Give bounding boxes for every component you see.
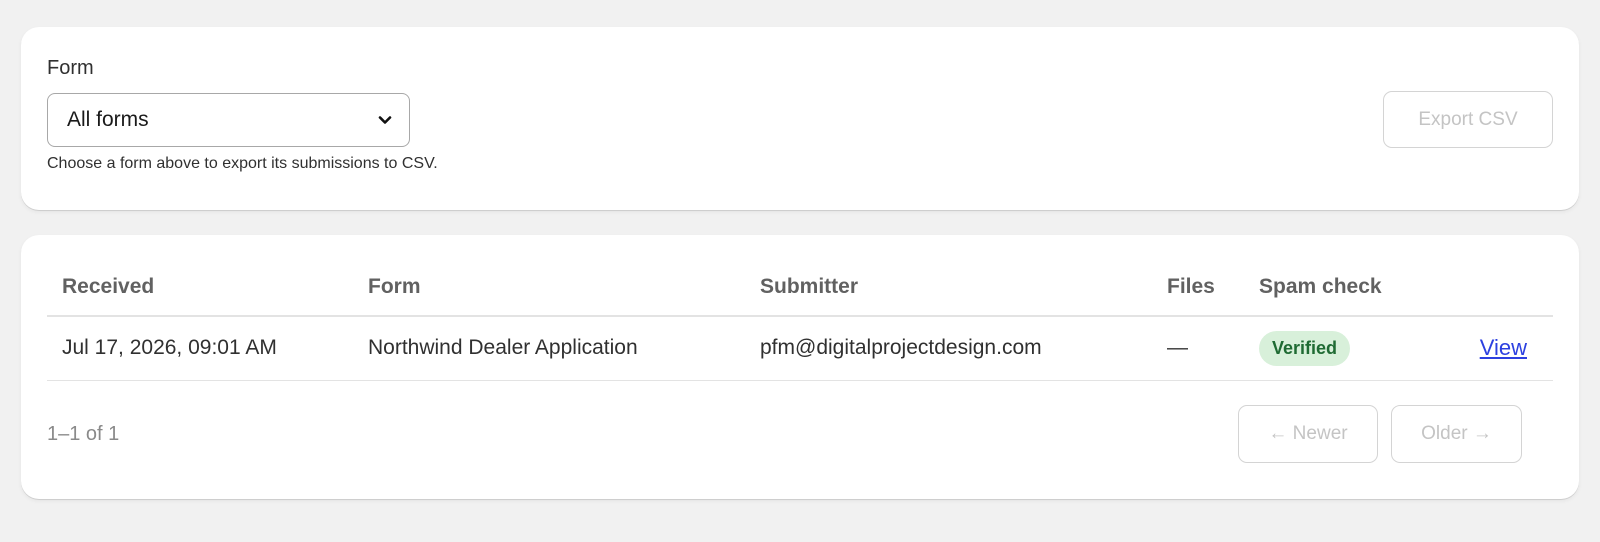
cell-action: View — [1419, 316, 1553, 381]
cell-spam-check: Verified — [1244, 316, 1419, 381]
export-csv-button[interactable]: Export CSV — [1383, 91, 1553, 148]
chevron-down-icon — [377, 112, 393, 128]
column-header-spam-check: Spam check — [1244, 259, 1419, 317]
spam-status-badge: Verified — [1259, 330, 1351, 366]
newer-page-button[interactable]: ← Newer — [1238, 405, 1378, 463]
column-header-submitter: Submitter — [745, 259, 1152, 317]
view-submission-link[interactable]: View — [1480, 335, 1527, 360]
column-header-received: Received — [47, 259, 353, 317]
cell-files: — — [1152, 316, 1244, 381]
form-filter-card: Form All forms Choose a form above to ex… — [21, 27, 1579, 210]
pagination-range: 1–1 of 1 — [47, 423, 120, 445]
column-header-action — [1419, 259, 1553, 317]
cell-received: Jul 17, 2026, 09:01 AM — [47, 316, 353, 381]
column-header-files: Files — [1152, 259, 1244, 317]
table-row: Jul 17, 2026, 09:01 AM Northwind Dealer … — [47, 316, 1553, 381]
form-select[interactable]: All forms — [47, 93, 410, 147]
submissions-table: Received Form Submitter Files Spam check… — [47, 259, 1553, 381]
column-header-form: Form — [353, 259, 745, 317]
cell-submitter: pfm@digitalprojectdesign.com — [745, 316, 1152, 381]
form-filter-label: Form — [47, 57, 94, 79]
form-select-value: All forms — [67, 108, 149, 131]
table-header-row: Received Form Submitter Files Spam check — [47, 259, 1553, 317]
export-help-text: Choose a form above to export its submis… — [47, 155, 438, 172]
submissions-card: Received Form Submitter Files Spam check… — [21, 235, 1579, 499]
cell-form: Northwind Dealer Application — [353, 316, 745, 381]
older-page-button[interactable]: Older → — [1391, 405, 1522, 463]
